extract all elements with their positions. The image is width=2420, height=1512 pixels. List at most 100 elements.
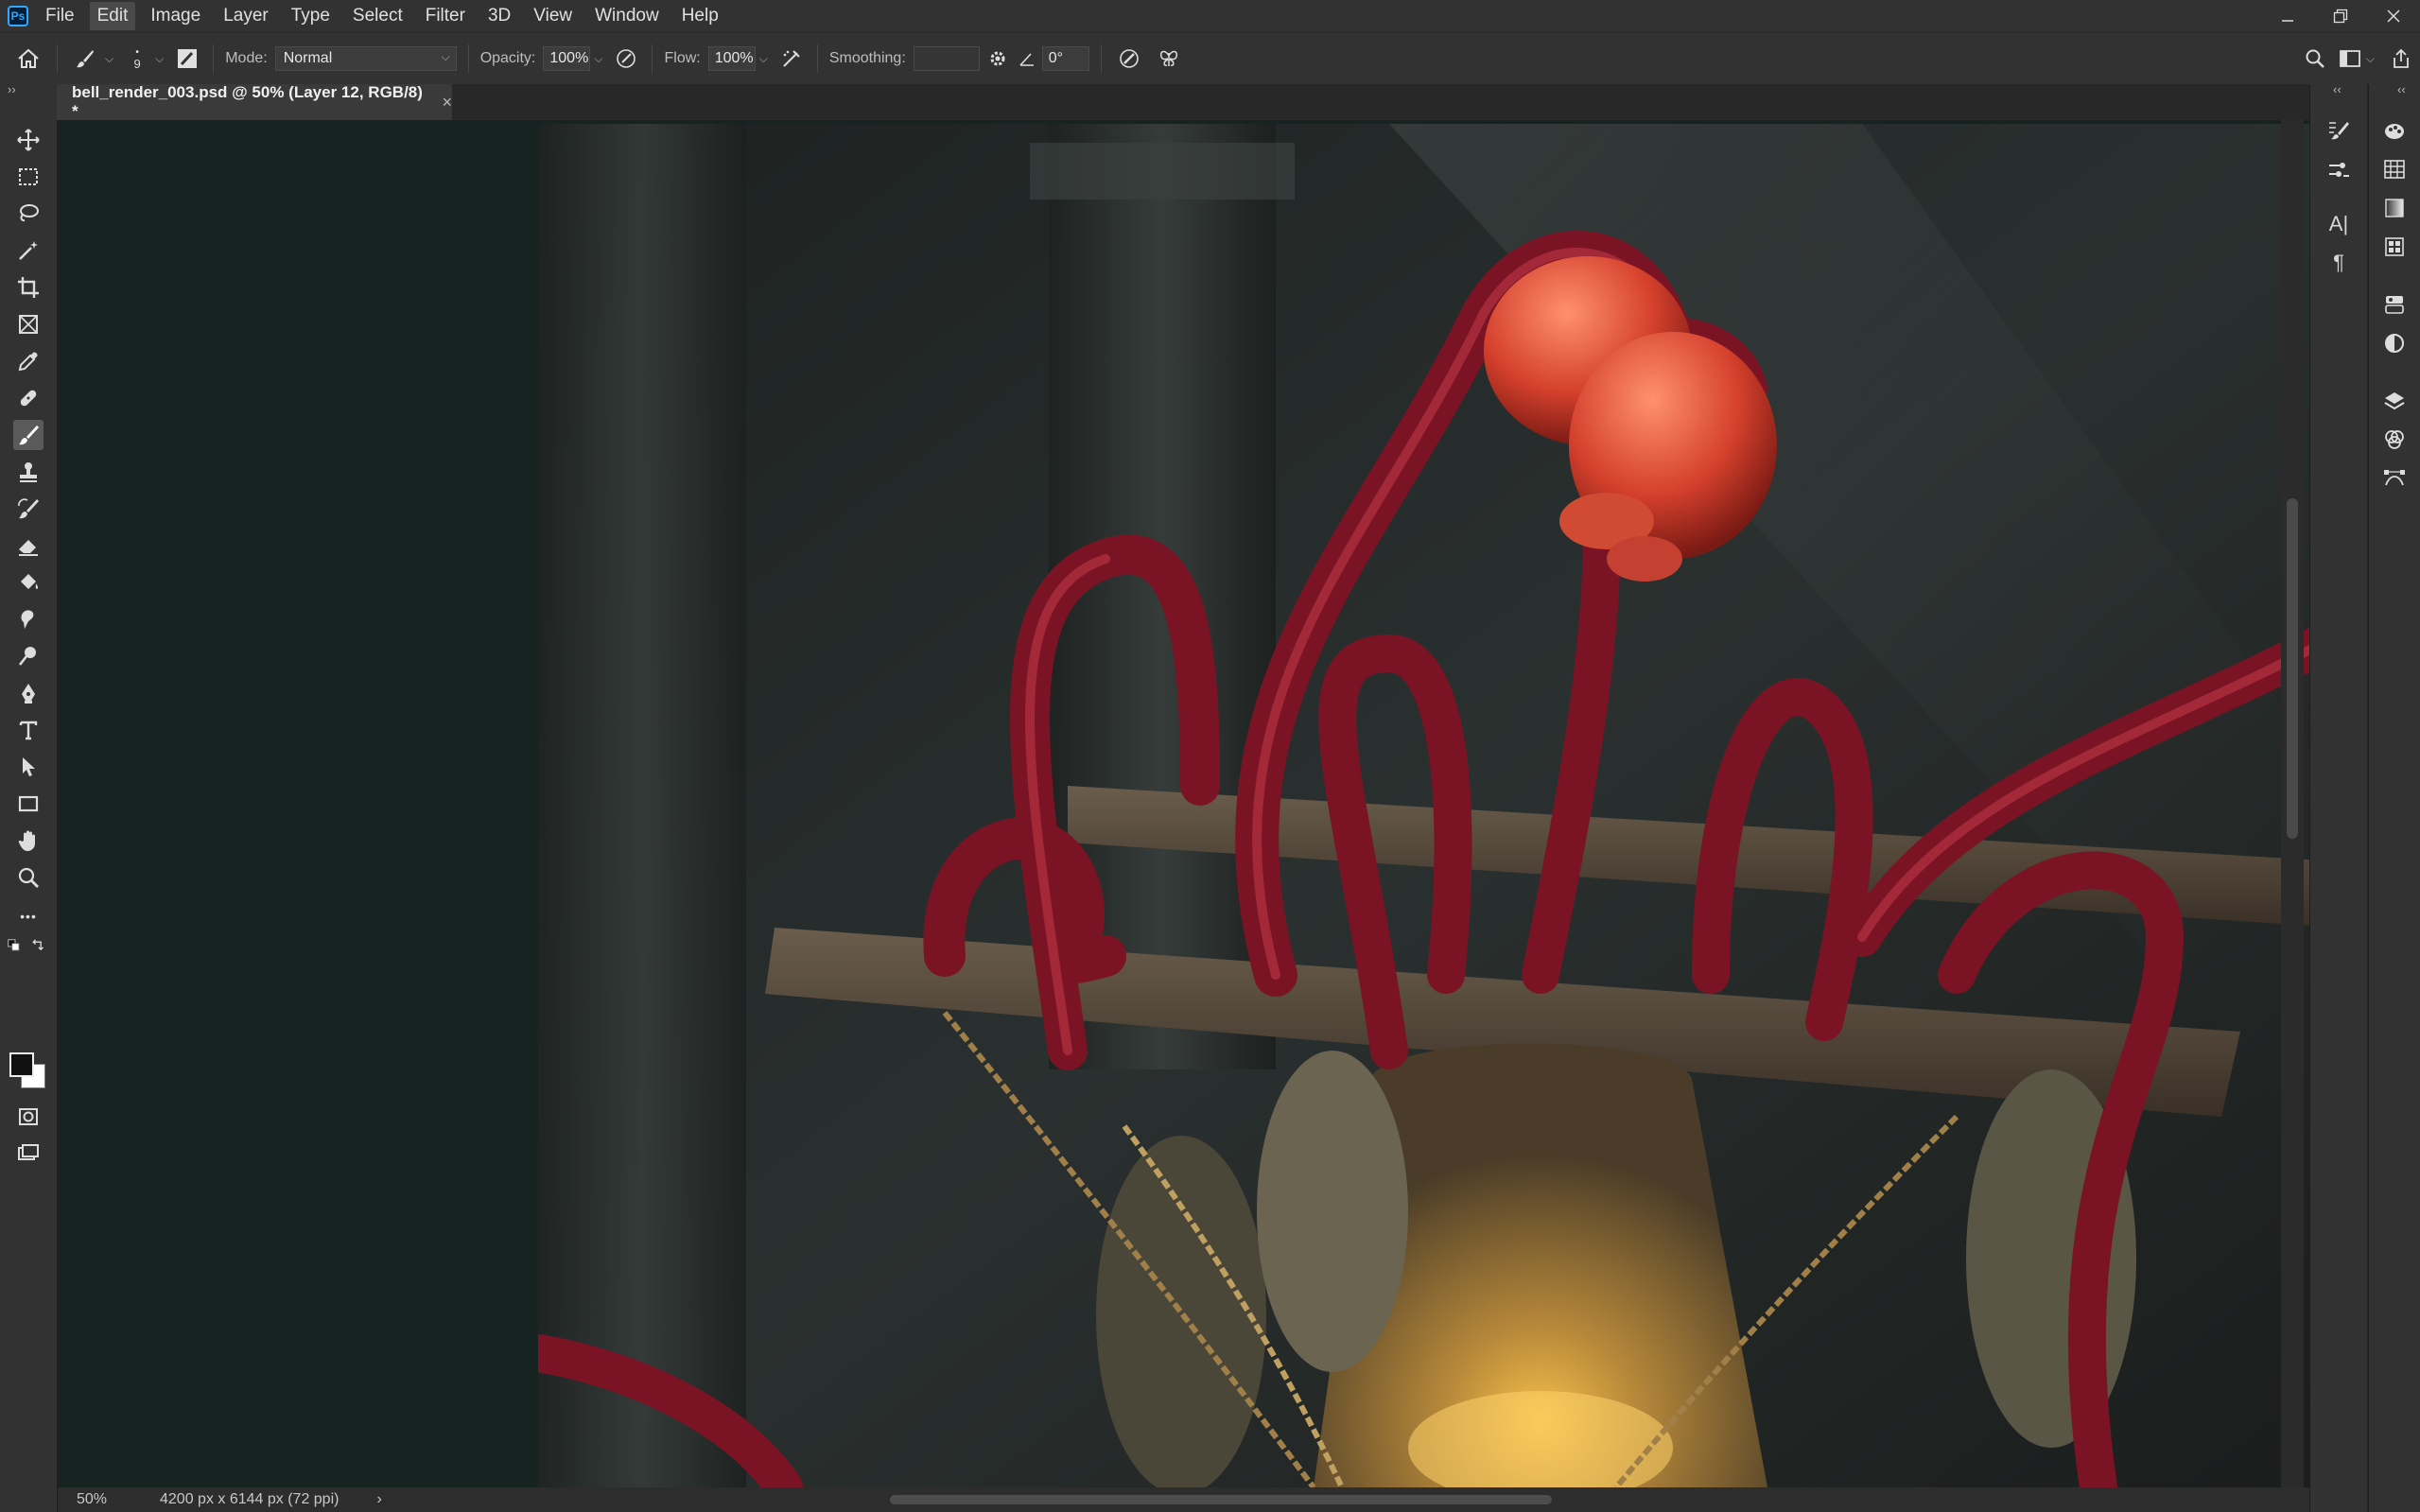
menu-filter[interactable]: Filter bbox=[418, 2, 473, 30]
properties-panel-icon[interactable] bbox=[2378, 288, 2411, 321]
pressure-opacity-icon[interactable] bbox=[612, 47, 640, 70]
edit-toolbar-more-icon[interactable]: ••• bbox=[13, 901, 44, 931]
menu-window[interactable]: Window bbox=[587, 2, 667, 30]
path-selection-tool-icon[interactable] bbox=[13, 752, 44, 782]
layers-panel-icon[interactable] bbox=[2378, 385, 2411, 417]
vertical-scroll-thumb[interactable] bbox=[2287, 498, 2298, 839]
blend-mode-select[interactable]: Normal ⌵ bbox=[274, 46, 457, 71]
brush-angle-input[interactable]: 0° bbox=[1041, 46, 1089, 71]
eraser-tool-icon[interactable] bbox=[13, 530, 44, 561]
horizontal-scrollbar[interactable] bbox=[398, 1491, 2308, 1508]
search-icon[interactable] bbox=[2294, 48, 2336, 69]
flow-input[interactable]: 100% bbox=[707, 46, 756, 71]
lasso-tool-icon[interactable] bbox=[13, 199, 44, 229]
minimize-icon[interactable] bbox=[2261, 0, 2314, 32]
document-tab[interactable]: bell_render_003.psd @ 50% (Layer 12, RGB… bbox=[57, 83, 452, 120]
quick-mask-icon[interactable] bbox=[13, 1102, 44, 1132]
hand-tool-icon[interactable] bbox=[13, 826, 44, 856]
dodge-tool-icon[interactable] bbox=[13, 641, 44, 671]
menu-file[interactable]: File bbox=[38, 2, 82, 30]
chevron-down-icon: ⌵ bbox=[441, 50, 450, 63]
symmetry-butterfly-icon[interactable] bbox=[1153, 47, 1185, 70]
brush-settings-panel-icon[interactable] bbox=[173, 47, 201, 70]
menu-help[interactable]: Help bbox=[674, 2, 726, 30]
paths-panel-icon[interactable] bbox=[2378, 462, 2411, 495]
marquee-tool-icon[interactable] bbox=[13, 162, 44, 192]
toolbar-collapse-icon[interactable]: ›› bbox=[8, 82, 16, 96]
adjustments-panel-icon[interactable] bbox=[2378, 327, 2411, 359]
foreground-color-swatch[interactable] bbox=[9, 1052, 34, 1077]
smoothing-settings-gear-icon[interactable] bbox=[980, 48, 1016, 69]
blend-mode-value: Normal bbox=[283, 50, 333, 66]
swatches-panel-icon[interactable] bbox=[2378, 153, 2411, 185]
move-tool-icon[interactable] bbox=[13, 125, 44, 155]
healing-brush-tool-icon[interactable] bbox=[13, 383, 44, 413]
character-panel-icon[interactable]: A| bbox=[2323, 208, 2355, 240]
pen-tool-icon[interactable] bbox=[13, 678, 44, 708]
brush-size-picker[interactable]: • 9 bbox=[123, 47, 151, 70]
canvas-area[interactable] bbox=[58, 120, 2309, 1487]
flow-dropdown-icon[interactable]: ⌵ bbox=[759, 52, 768, 66]
brush-preset-icon[interactable] bbox=[69, 47, 101, 70]
rectangle-tool-icon[interactable] bbox=[13, 789, 44, 819]
mode-label: Mode: bbox=[225, 50, 268, 66]
vertical-scrollbar[interactable] bbox=[2281, 120, 2304, 1487]
options-bar: ⌵ • 9 ⌵ Mode: Normal ⌵ Opacity: 100% ⌵ F… bbox=[0, 32, 2420, 85]
workspace-icon[interactable] bbox=[2336, 49, 2364, 68]
airbrush-icon[interactable] bbox=[777, 47, 806, 70]
default-colors-icon[interactable] bbox=[6, 937, 25, 956]
menu-select[interactable]: Select bbox=[345, 2, 410, 30]
status-info-menu-icon[interactable]: › bbox=[376, 1491, 381, 1508]
menu-edit[interactable]: Edit bbox=[89, 2, 136, 30]
swap-colors-icon[interactable] bbox=[28, 937, 47, 956]
screen-mode-icon[interactable] bbox=[13, 1138, 44, 1169]
opacity-dropdown-icon[interactable]: ⌵ bbox=[594, 52, 602, 66]
brush-settings-icon[interactable] bbox=[2323, 154, 2355, 186]
paint-bucket-tool-icon[interactable] bbox=[13, 567, 44, 598]
menu-view[interactable]: View bbox=[526, 2, 580, 30]
clone-stamp-tool-icon[interactable] bbox=[13, 457, 44, 487]
panel-dock-icons: ‹‹ bbox=[2368, 82, 2420, 1512]
brush-preset-dropdown-icon[interactable]: ⌵ bbox=[105, 52, 113, 66]
menu-3d[interactable]: 3D bbox=[480, 2, 518, 30]
brush-tool-icon[interactable] bbox=[13, 420, 44, 450]
menu-bar: Ps File Edit Image Layer Type Select Fil… bbox=[0, 0, 2420, 32]
paragraph-panel-icon[interactable]: ¶ bbox=[2323, 247, 2355, 279]
horizontal-scroll-thumb[interactable] bbox=[890, 1495, 1552, 1504]
home-icon[interactable] bbox=[0, 46, 57, 71]
crop-tool-icon[interactable] bbox=[13, 272, 44, 303]
artwork-image[interactable] bbox=[538, 124, 2309, 1487]
smudge-tool-icon[interactable] bbox=[13, 604, 44, 634]
menu-image[interactable]: Image bbox=[143, 2, 208, 30]
gradients-panel-icon[interactable] bbox=[2378, 192, 2411, 224]
panel-dock-expand-icon[interactable]: ‹‹ bbox=[2397, 82, 2406, 96]
tools-panel: ›› ••• bbox=[0, 82, 58, 1512]
menu-layer[interactable]: Layer bbox=[216, 2, 276, 30]
restore-icon[interactable] bbox=[2314, 0, 2367, 32]
zoom-level[interactable]: 50% bbox=[77, 1491, 133, 1508]
frame-tool-icon[interactable] bbox=[13, 309, 44, 339]
share-icon[interactable] bbox=[2382, 48, 2420, 69]
workspace-dropdown-icon[interactable]: ⌵ bbox=[2366, 52, 2375, 66]
menu-type[interactable]: Type bbox=[284, 2, 338, 30]
brush-size-dropdown-icon[interactable]: ⌵ bbox=[155, 52, 164, 66]
smoothing-input[interactable] bbox=[913, 46, 980, 71]
eyedropper-tool-icon[interactable] bbox=[13, 346, 44, 376]
channels-panel-icon[interactable] bbox=[2378, 424, 2411, 456]
zoom-tool-icon[interactable] bbox=[13, 862, 44, 893]
history-brush-panel-icon[interactable] bbox=[2323, 114, 2355, 147]
smoothing-label: Smoothing: bbox=[828, 50, 906, 66]
patterns-panel-icon[interactable] bbox=[2378, 231, 2411, 263]
panel-dock-collapse-icon[interactable]: ‹‹ bbox=[2333, 82, 2342, 96]
brush-angle-icon bbox=[1016, 49, 1038, 68]
opacity-input[interactable]: 100% bbox=[543, 46, 591, 71]
type-tool-icon[interactable] bbox=[13, 715, 44, 745]
pressure-size-icon[interactable] bbox=[1113, 47, 1145, 70]
history-brush-tool-icon[interactable] bbox=[13, 494, 44, 524]
document-info: 4200 px x 6144 px (72 ppi) bbox=[160, 1491, 339, 1507]
close-tab-icon[interactable]: × bbox=[442, 93, 452, 113]
photoshop-logo-icon: Ps bbox=[8, 6, 28, 26]
magic-wand-tool-icon[interactable] bbox=[13, 235, 44, 266]
color-palette-panel-icon[interactable] bbox=[2378, 114, 2411, 147]
close-window-icon[interactable] bbox=[2367, 0, 2420, 32]
